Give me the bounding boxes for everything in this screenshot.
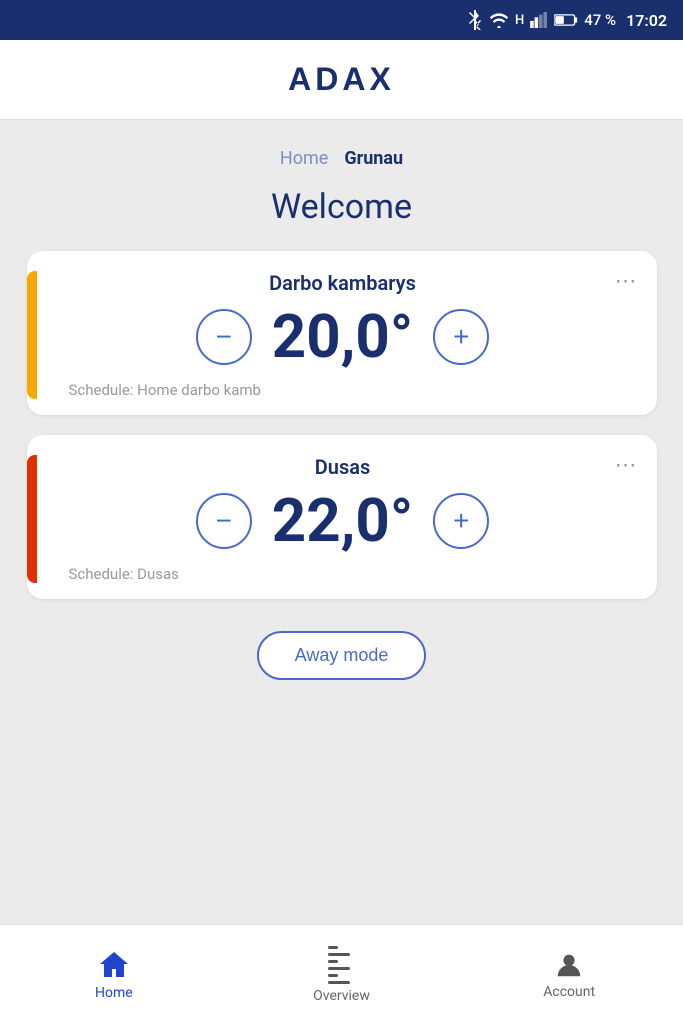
nav-label-account: Account [543,984,595,1000]
nav-label-overview: Overview [313,988,370,1004]
breadcrumb-home[interactable]: Home [280,148,328,169]
nav-label-home: Home [95,985,133,1001]
signal-icon: H [515,13,524,28]
clock: 17:02 [626,11,667,30]
nav-item-account[interactable]: Account [455,925,683,1024]
breadcrumb: Home Grunau [280,148,403,169]
welcome-title: Welcome [271,187,412,227]
temperature-dusas: 22,0° [272,491,413,551]
account-icon [554,950,584,980]
main-content: Home Grunau Welcome Darbo kambarys − 20,… [0,120,683,924]
card-accent-red [27,455,37,583]
device-name-dusas: Dusas [315,455,371,479]
away-mode-button[interactable]: Away mode [257,631,427,680]
battery-icon [554,13,578,27]
overview-icon [328,946,356,984]
schedule-dusas: Schedule: Dusas [69,565,179,583]
decrease-temp-dusas[interactable]: − [196,493,252,549]
temperature-darbo: 20,0° [272,307,413,367]
device-name-darbo: Darbo kambarys [269,271,416,295]
wifi-icon [489,12,509,28]
schedule-darbo: Schedule: Home darbo kamb [69,381,261,399]
signal-bars-icon [530,12,548,28]
increase-temp-dusas[interactable]: + [433,493,489,549]
device-card-dusas: Dusas − 22,0° + Schedule: Dusas ⋯ [27,435,657,599]
decrease-temp-darbo[interactable]: − [196,309,252,365]
increase-temp-darbo[interactable]: + [433,309,489,365]
card-controls-darbo: − 20,0° + [196,307,489,367]
status-bar: H 47 % 17:02 [0,0,683,40]
app-header: ADAX [0,40,683,120]
breadcrumb-current[interactable]: Grunau [344,148,403,169]
bluetooth-icon [469,10,483,30]
battery-percentage: 47 % [584,11,616,29]
app-logo: ADAX [288,61,395,98]
card-menu-dusas[interactable]: ⋯ [615,453,639,478]
home-icon [98,949,130,981]
card-body-darbo: Darbo kambarys − 20,0° + Schedule: Home … [53,271,633,399]
status-icons: H 47 % 17:02 [469,10,667,30]
bottom-nav: Home Overview Account [0,924,683,1024]
card-controls-dusas: − 22,0° + [196,491,489,551]
device-card-darbo: Darbo kambarys − 20,0° + Schedule: Home … [27,251,657,415]
card-menu-darbo[interactable]: ⋯ [615,269,639,294]
card-accent-yellow [27,271,37,399]
card-body-dusas: Dusas − 22,0° + Schedule: Dusas [53,455,633,583]
nav-item-overview[interactable]: Overview [228,925,456,1024]
nav-item-home[interactable]: Home [0,925,228,1024]
